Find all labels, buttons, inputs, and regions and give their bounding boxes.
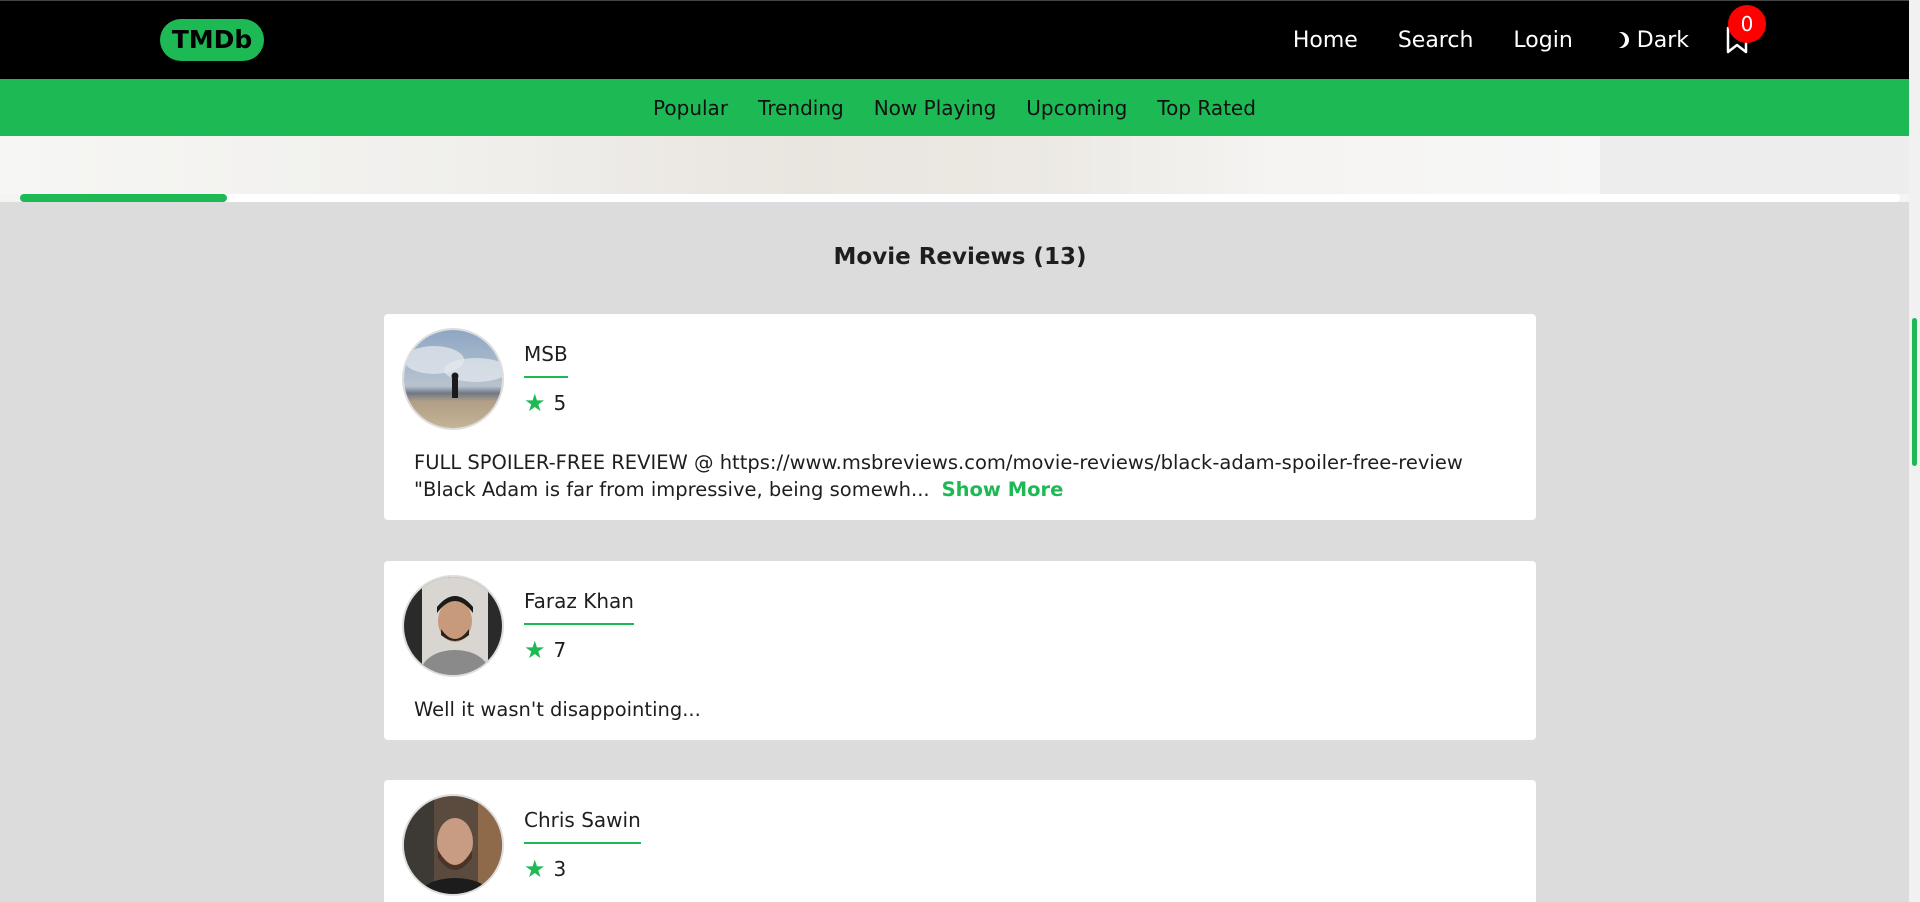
tab-upcoming[interactable]: Upcoming: [1026, 96, 1127, 120]
review-card: Chris Sawin ★ 3: [384, 780, 1536, 902]
backdrop-image: [0, 136, 1600, 194]
tab-trending[interactable]: Trending: [758, 96, 844, 120]
review-rating: ★ 3: [524, 857, 566, 881]
star-icon: ★: [524, 855, 546, 883]
carousel-progress-track[interactable]: [20, 194, 1900, 202]
review-card: Faraz Khan ★ 7 Well it wasn't disappoint…: [384, 561, 1536, 740]
review-text: Well it wasn't disappointing...: [414, 698, 701, 721]
review-text: FULL SPOILER-FREE REVIEW @ https://www.m…: [414, 451, 1463, 501]
review-author: Chris Sawin: [524, 808, 641, 844]
tab-popular[interactable]: Popular: [653, 96, 728, 120]
avatar: [402, 575, 504, 677]
rating-value: 3: [553, 857, 567, 881]
review-author: MSB: [524, 342, 568, 378]
review-content: FULL SPOILER-FREE REVIEW @ https://www.m…: [414, 449, 1514, 503]
scrollbar-thumb[interactable]: [1912, 318, 1917, 466]
page-scrollbar[interactable]: [1909, 0, 1920, 902]
rating-value: 7: [553, 638, 567, 662]
star-icon: ★: [524, 389, 546, 417]
review-rating: ★ 5: [524, 391, 566, 415]
logo[interactable]: TMDb: [160, 19, 264, 61]
review-author: Faraz Khan: [524, 589, 634, 625]
theme-label: Dark: [1636, 27, 1689, 53]
moon-icon: [1609, 32, 1625, 48]
carousel-progress-fill: [20, 194, 227, 202]
review-rating: ★ 7: [524, 638, 566, 662]
nav-login-link[interactable]: Login: [1513, 28, 1572, 53]
tab-now-playing[interactable]: Now Playing: [874, 96, 997, 120]
theme-toggle[interactable]: Dark: [1613, 28, 1689, 53]
review-card: MSB ★ 5 FULL SPOILER-FREE REVIEW @ https…: [384, 314, 1536, 520]
backdrop-side: [1600, 136, 1909, 194]
show-more-button[interactable]: Show More: [942, 478, 1064, 501]
review-content: Well it wasn't disappointing...: [414, 696, 1514, 723]
nav-links: Home Search Login Dark: [1293, 1, 1689, 79]
rating-value: 5: [553, 391, 567, 415]
star-icon: ★: [524, 636, 546, 664]
nav-home-link[interactable]: Home: [1293, 28, 1358, 53]
backdrop-banner: [0, 136, 1909, 202]
watchlist-count-badge: 0: [1728, 5, 1766, 43]
nav-search-link[interactable]: Search: [1398, 28, 1474, 53]
reviews-title: Movie Reviews (13): [833, 244, 1087, 270]
top-navbar: TMDb Home Search Login Dark 0: [0, 0, 1909, 79]
avatar: [402, 328, 504, 430]
category-nav: Popular Trending Now Playing Upcoming To…: [0, 79, 1909, 136]
tab-top-rated[interactable]: Top Rated: [1157, 96, 1256, 120]
avatar: [402, 794, 504, 896]
